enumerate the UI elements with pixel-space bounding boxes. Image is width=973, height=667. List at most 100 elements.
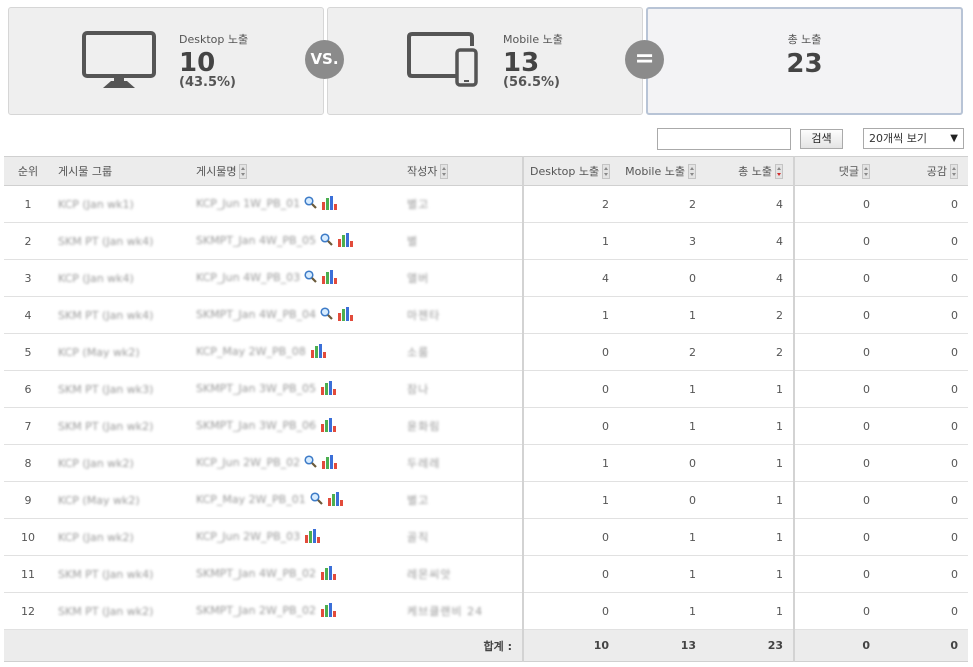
group-text: SKM PT (Jan wk2) xyxy=(58,419,154,433)
post-title-link[interactable]: SKMPT_Jan 2W_PB_02 xyxy=(196,604,316,617)
search-button[interactable]: 검색 xyxy=(800,129,843,149)
sort-icon[interactable] xyxy=(688,164,696,180)
dropdown-arrow-icon: ▼ xyxy=(950,133,958,144)
post-title-link[interactable]: SKMPT_Jan 3W_PB_05 xyxy=(196,382,316,395)
bar-chart-icon[interactable] xyxy=(320,417,337,435)
search-icon[interactable] xyxy=(320,307,333,323)
comments-count-cell: 0 xyxy=(793,481,880,519)
total-comments: 0 xyxy=(793,629,880,662)
post-title-link[interactable]: KCP_Jun 2W_PB_03 xyxy=(196,530,300,543)
desktop-count-cell: 2 xyxy=(522,185,619,223)
author-text: 골직 xyxy=(407,531,430,544)
mobile-count-cell: 2 xyxy=(619,185,706,223)
author-text: 별고 xyxy=(407,494,430,507)
group-cell: KCP (May wk2) xyxy=(52,481,190,519)
likes-count-cell: 0 xyxy=(880,296,968,334)
author-cell: 잠나 xyxy=(401,370,523,408)
post-title-link[interactable]: KCP_Jun 2W_PB_02 xyxy=(196,456,300,469)
post-title-link[interactable]: KCP_Jun 1W_PB_01 xyxy=(196,197,300,210)
post-title-link[interactable]: KCP_Jun 4W_PB_03 xyxy=(196,271,300,284)
author-cell: 앨버 xyxy=(401,259,523,297)
total-exposure-label: 총 노출 xyxy=(787,33,822,46)
group-text: KCP (Jan wk2) xyxy=(58,456,134,470)
sort-desc-icon[interactable] xyxy=(775,164,783,180)
sort-icon[interactable] xyxy=(239,164,248,180)
group-text: KCP (Jan wk4) xyxy=(58,271,134,285)
header-likes[interactable]: 공감 xyxy=(880,156,968,186)
header-name[interactable]: 게시물명 xyxy=(190,156,401,186)
table-row: 6 SKM PT (Jan wk3) SKMPT_Jan 3W_PB_05 잠나 0 1 1… xyxy=(4,370,968,408)
post-title-link[interactable]: KCP_May 2W_PB_08 xyxy=(196,345,306,358)
group-cell: KCP (Jan wk4) xyxy=(52,259,190,297)
header-total[interactable]: 총 노출 xyxy=(706,156,794,186)
search-input[interactable] xyxy=(657,128,791,150)
name-cell: KCP_May 2W_PB_08 xyxy=(190,333,401,371)
total-count-cell: 1 xyxy=(706,518,794,556)
total-count-cell: 1 xyxy=(706,555,794,593)
search-icon[interactable] xyxy=(320,233,333,249)
group-text: SKM PT (Jan wk2) xyxy=(58,604,154,618)
table-row: 3 KCP (Jan wk4) KCP_Jun 4W_PB_03 앨버 4 0 4 0 0 xyxy=(4,259,968,297)
group-cell: KCP (Jan wk2) xyxy=(52,444,190,482)
rank-cell: 9 xyxy=(4,481,52,519)
total-count-cell: 1 xyxy=(706,444,794,482)
group-cell: SKM PT (Jan wk3) xyxy=(52,370,190,408)
header-mobile[interactable]: Mobile 노출 xyxy=(619,156,706,186)
desktop-count-cell: 1 xyxy=(522,444,619,482)
sort-icon[interactable] xyxy=(602,164,611,180)
header-author[interactable]: 작성자 xyxy=(401,156,523,186)
desktop-exposure-card: Desktop 노출 10 (43.5%) xyxy=(8,7,324,115)
post-title-link[interactable]: SKMPT_Jan 4W_PB_05 xyxy=(196,234,316,247)
sort-icon[interactable] xyxy=(950,164,958,180)
author-cell: 별고 xyxy=(401,481,523,519)
bar-chart-icon[interactable] xyxy=(337,306,354,324)
group-text: KCP (May wk2) xyxy=(58,345,140,359)
bar-chart-icon[interactable] xyxy=(310,343,326,361)
group-cell: KCP (Jan wk1) xyxy=(52,185,190,223)
rank-cell: 11 xyxy=(4,555,52,593)
post-title-link[interactable]: SKMPT_Jan 4W_PB_02 xyxy=(196,567,316,580)
sort-icon[interactable] xyxy=(440,164,449,180)
bar-chart-icon[interactable] xyxy=(320,380,337,398)
post-title-link[interactable]: SKMPT_Jan 3W_PB_06 xyxy=(196,419,316,432)
comments-count-cell: 0 xyxy=(793,333,880,371)
mobile-exposure-percent: (56.5%) xyxy=(503,75,560,90)
comments-count-cell: 0 xyxy=(793,370,880,408)
search-icon[interactable] xyxy=(304,196,317,212)
likes-count-cell: 0 xyxy=(880,333,968,371)
search-icon[interactable] xyxy=(304,455,317,471)
sort-icon[interactable] xyxy=(862,164,870,180)
header-comments[interactable]: 댓글 xyxy=(793,156,880,186)
bar-chart-icon[interactable] xyxy=(337,232,354,250)
desktop-count-cell: 0 xyxy=(522,518,619,556)
group-text: KCP (Jan wk2) xyxy=(58,530,134,544)
total-row: 합계 : 10 13 23 0 0 xyxy=(4,629,968,662)
search-icon[interactable] xyxy=(310,492,323,508)
page-size-select[interactable]: 20개씩 보기 ▼ xyxy=(863,128,964,149)
post-title-link[interactable]: KCP_May 2W_PB_01 xyxy=(196,493,306,506)
mobile-count-cell: 1 xyxy=(619,407,706,445)
bar-chart-icon[interactable] xyxy=(321,195,338,213)
bar-chart-icon[interactable] xyxy=(320,565,337,583)
bar-chart-icon[interactable] xyxy=(321,269,338,287)
likes-count-cell: 0 xyxy=(880,370,968,408)
name-cell: KCP_Jun 2W_PB_03 xyxy=(190,518,401,556)
mobile-count-cell: 0 xyxy=(619,481,706,519)
mobile-count-cell: 1 xyxy=(619,518,706,556)
search-icon[interactable] xyxy=(304,270,317,286)
author-text: 별고 xyxy=(407,198,430,211)
mobile-exposure-label: Mobile 노출 xyxy=(503,33,563,46)
comments-count-cell: 0 xyxy=(793,444,880,482)
likes-count-cell: 0 xyxy=(880,407,968,445)
bar-chart-icon[interactable] xyxy=(321,454,338,472)
post-title-link[interactable]: SKMPT_Jan 4W_PB_04 xyxy=(196,308,316,321)
group-cell: SKM PT (Jan wk4) xyxy=(52,222,190,260)
author-text: 케브클랜비 24 xyxy=(407,605,484,618)
likes-count-cell: 0 xyxy=(880,259,968,297)
bar-chart-icon[interactable] xyxy=(327,491,343,509)
bar-chart-icon[interactable] xyxy=(320,602,337,620)
name-cell: SKMPT_Jan 4W_PB_02 xyxy=(190,555,401,593)
desktop-count-cell: 1 xyxy=(522,222,619,260)
bar-chart-icon[interactable] xyxy=(304,528,321,546)
header-desktop[interactable]: Desktop 노출 xyxy=(522,156,619,186)
